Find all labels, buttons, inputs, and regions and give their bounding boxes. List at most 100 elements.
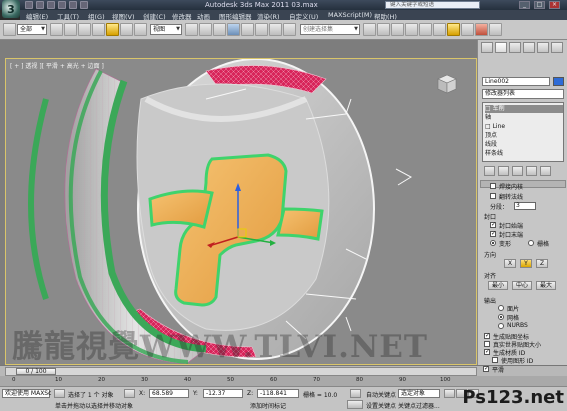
make-unique-icon[interactable] (512, 166, 523, 176)
percent-snap-icon[interactable] (255, 23, 268, 36)
set-key-button[interactable]: 设置关键点 (366, 401, 396, 410)
keyboard-shortcut-icon[interactable] (213, 23, 226, 36)
graphite-ribbon-icon[interactable] (405, 23, 418, 36)
selection-set-dropdown[interactable]: 选定对象 (398, 389, 440, 398)
render-production-icon[interactable] (489, 23, 502, 36)
axis-x-button[interactable]: X (504, 259, 516, 268)
select-rotate-icon[interactable] (120, 23, 133, 36)
spinner-snap-icon[interactable] (269, 23, 282, 36)
configure-sets-icon[interactable] (540, 166, 551, 176)
rect-selection-icon[interactable] (78, 23, 91, 36)
grid-radio[interactable] (528, 240, 534, 246)
align-icon[interactable] (377, 23, 390, 36)
stack-item-vertex[interactable]: 顶点 (485, 132, 497, 140)
flip-normals-checkbox[interactable] (490, 193, 496, 199)
time-slider-thumb[interactable]: 0 / 100 (16, 368, 56, 375)
morph-radio[interactable] (490, 240, 496, 246)
snap-toggle-icon[interactable] (227, 23, 240, 36)
align-min-button[interactable]: 最小 (488, 281, 508, 290)
remove-modifier-icon[interactable] (526, 166, 537, 176)
close-button[interactable]: × (549, 1, 560, 9)
schematic-view-icon[interactable] (433, 23, 446, 36)
modifier-list-dropdown[interactable]: 修改器列表 (482, 89, 564, 99)
mesh-radio[interactable] (498, 314, 504, 320)
add-time-tag-button[interactable]: 添加时间标记 (250, 401, 286, 410)
isolate-selection-icon[interactable] (54, 389, 65, 398)
curve-editor-icon[interactable] (419, 23, 432, 36)
perspective-viewport[interactable]: [ + ] 透视 ][ 平滑 + 高光 + 边面 ] 騰龍視覺WWW.TLVI.… (5, 58, 477, 365)
set-key-icon[interactable] (347, 400, 363, 409)
z-coord-field[interactable]: -118.841 (257, 389, 299, 398)
modify-tab-icon[interactable] (495, 42, 507, 53)
green-band-left[interactable] (28, 98, 49, 300)
use-shape-ids-checkbox[interactable] (492, 357, 498, 363)
object-name-field[interactable]: Line002 (482, 77, 550, 86)
go-to-start-icon[interactable] (444, 389, 455, 398)
lathe-shape-left-wing[interactable] (148, 189, 214, 229)
utilities-tab-icon[interactable] (551, 42, 563, 53)
pivot-center-icon[interactable] (185, 23, 198, 36)
align-max-button[interactable]: 最大 (536, 281, 556, 290)
open-file-icon[interactable] (36, 1, 44, 9)
weld-core-checkbox[interactable] (490, 183, 496, 189)
mirror-icon[interactable] (363, 23, 376, 36)
select-scale-icon[interactable] (134, 23, 147, 36)
axis-z-button[interactable]: Z (536, 259, 548, 268)
save-file-icon[interactable] (47, 1, 55, 9)
x-coord-field[interactable]: 68.589 (149, 389, 189, 398)
undo-icon[interactable] (58, 1, 66, 9)
menu-maxscript[interactable]: MAXScript(M) (328, 11, 372, 19)
render-setup-icon[interactable] (461, 23, 474, 36)
stack-item-lathe[interactable]: □ 车削 (485, 105, 563, 113)
select-move-icon[interactable] (106, 23, 119, 36)
show-end-result-icon[interactable] (498, 166, 509, 176)
axis-y-button[interactable]: Y (520, 259, 532, 268)
smooth-checkbox[interactable] (483, 365, 489, 372)
named-selection-dropdown[interactable]: 创建选择集 ▼ (300, 24, 360, 35)
cap-start-checkbox[interactable] (490, 221, 496, 228)
align-center-button[interactable]: 中心 (512, 281, 532, 290)
project-folder-icon[interactable] (80, 1, 88, 9)
pin-stack-icon[interactable] (484, 166, 495, 176)
segments-spinner[interactable]: 3 (514, 202, 536, 210)
object-color-swatch[interactable] (553, 77, 564, 86)
stack-item-axis[interactable]: 轴 (485, 114, 491, 122)
nurbs-radio[interactable] (498, 323, 504, 329)
selection-lock-icon[interactable] (124, 389, 135, 398)
auto-key-button[interactable]: 自动关键点 (366, 390, 396, 399)
lathe-shape-right-wing[interactable] (276, 207, 324, 241)
window-crossing-icon[interactable] (92, 23, 105, 36)
display-tab-icon[interactable] (537, 42, 549, 53)
time-slider[interactable]: 0 / 100 (5, 367, 477, 376)
undo-button[interactable] (3, 23, 16, 36)
viewport-label[interactable]: [ + ] 透视 ][ 平滑 + 高光 + 边面 ] (10, 61, 104, 70)
reference-coord-dropdown[interactable]: 视图 ▼ (150, 24, 182, 35)
gen-map-coords-checkbox[interactable] (484, 332, 490, 339)
material-editor-icon[interactable] (447, 23, 460, 36)
edit-named-selection-icon[interactable] (283, 23, 296, 36)
select-by-name-icon[interactable] (64, 23, 77, 36)
help-search-input[interactable]: 键入关键字或短语 (385, 1, 480, 9)
patch-radio[interactable] (498, 305, 504, 311)
angle-snap-icon[interactable] (241, 23, 254, 36)
key-filters-button[interactable]: 关键点过滤器... (398, 401, 440, 410)
motion-tab-icon[interactable] (523, 42, 535, 53)
track-bar[interactable]: 0 10 20 30 40 50 60 70 80 90 100 (0, 376, 567, 386)
minimize-button[interactable]: _ (519, 1, 530, 9)
layer-manager-icon[interactable] (391, 23, 404, 36)
create-tab-icon[interactable] (481, 42, 493, 53)
scene-canvas[interactable] (6, 59, 477, 365)
stack-item-segment[interactable]: 线段 (485, 141, 497, 149)
y-coord-field[interactable]: -12.37 (203, 389, 243, 398)
select-object-icon[interactable] (50, 23, 63, 36)
cap-end-checkbox[interactable] (490, 230, 496, 237)
redo-icon[interactable] (69, 1, 77, 9)
app-logo-icon[interactable]: 3 (2, 0, 20, 18)
manipulate-icon[interactable] (199, 23, 212, 36)
stack-item-line[interactable]: □ Line (485, 123, 505, 131)
viewcube-icon[interactable] (436, 73, 458, 95)
key-mode-icon[interactable] (350, 389, 361, 398)
maxscript-listener[interactable]: 欢迎使用 MAXSc (2, 389, 51, 398)
hierarchy-tab-icon[interactable] (509, 42, 521, 53)
gen-mat-ids-checkbox[interactable] (484, 348, 490, 355)
